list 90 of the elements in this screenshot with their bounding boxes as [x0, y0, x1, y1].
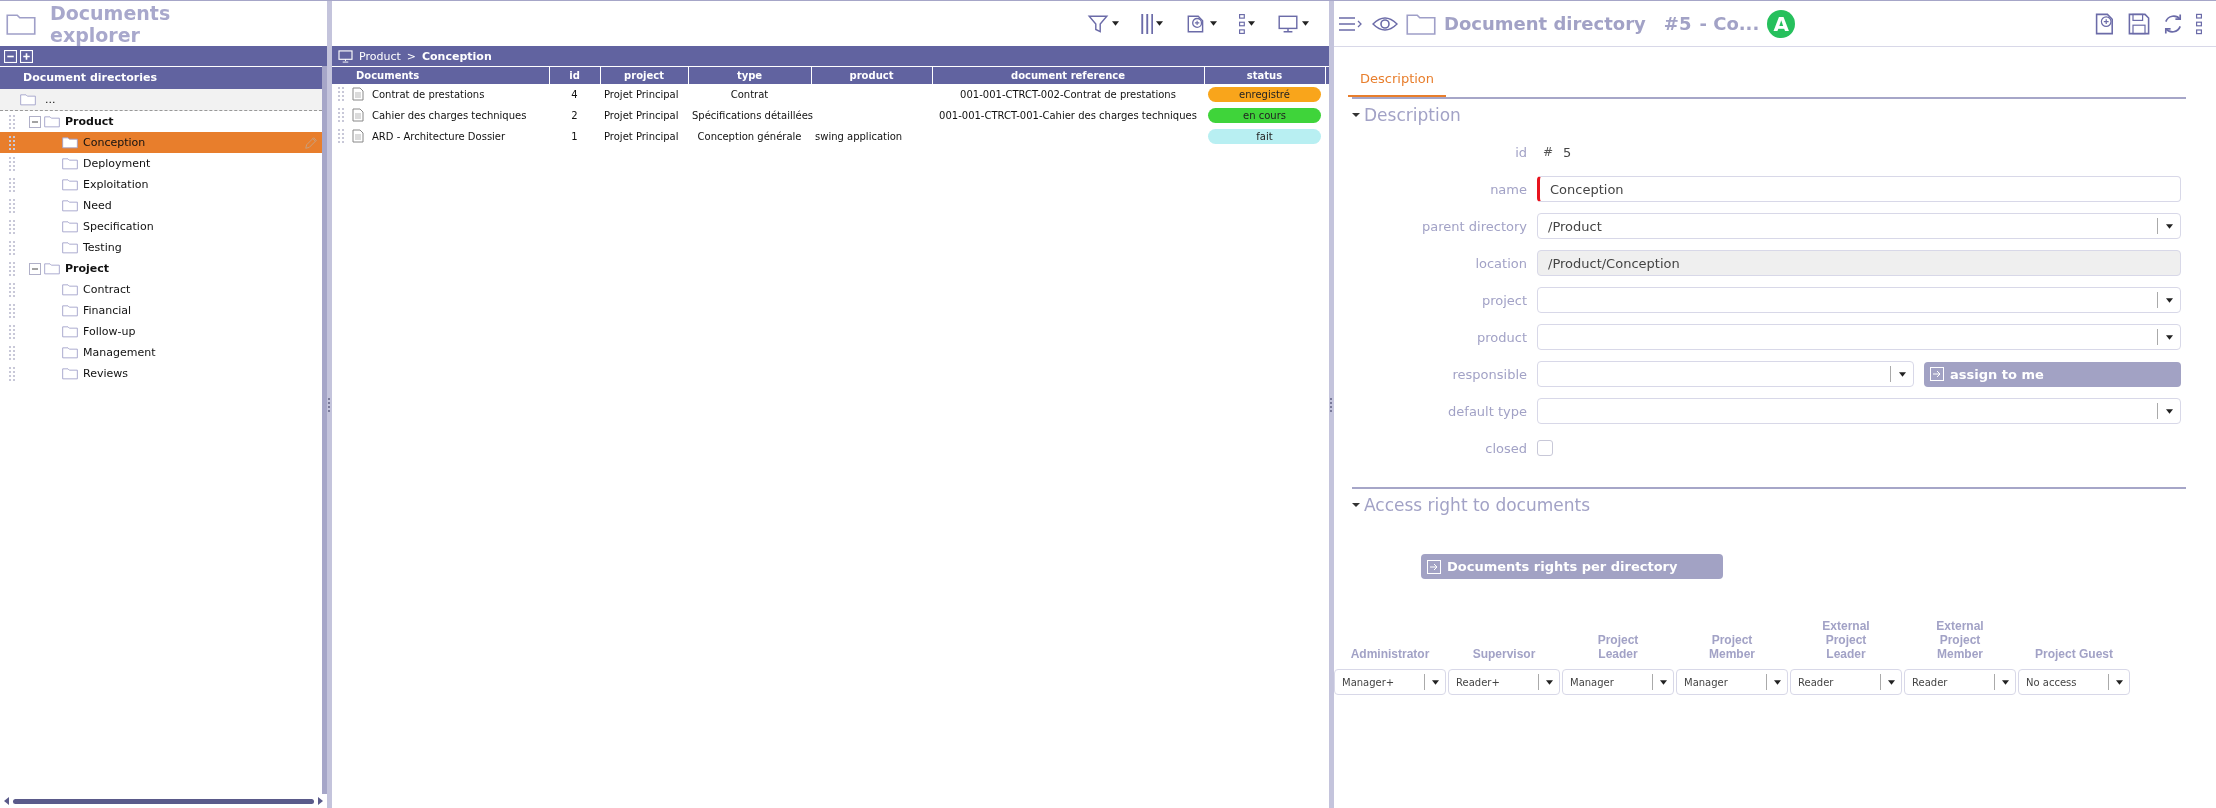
- tree-label: Contract: [83, 283, 131, 296]
- field-label: product: [1476, 329, 1527, 345]
- role-label: Supervisor: [1472, 647, 1536, 661]
- tree-label: ...: [45, 93, 56, 106]
- role-label: Project Leader: [1596, 633, 1640, 661]
- tree-label: Product: [65, 115, 114, 128]
- field-label: project: [1480, 292, 1527, 308]
- column-header[interactable]: product: [811, 66, 932, 84]
- column-header[interactable]: type: [688, 66, 811, 84]
- table-cell: 001-001-CTRCT-002-Contrat de prestations: [960, 88, 1176, 100]
- tree-item[interactable]: Contract: [0, 279, 322, 300]
- table-cell: Projet Principal: [604, 109, 679, 121]
- hash-sign: #: [1543, 145, 1554, 159]
- tree-item[interactable]: Exploitation: [0, 174, 322, 195]
- breadcrumb-link[interactable]: Conception: [422, 49, 492, 63]
- breadcrumb-link[interactable]: Product: [359, 49, 401, 63]
- table-cell: Projet Principal: [604, 88, 679, 100]
- name-field[interactable]: Conception: [1537, 176, 2181, 202]
- table-cell: Conception générale: [697, 130, 802, 142]
- table-cell: 4: [571, 88, 578, 100]
- tree-item[interactable]: Project: [0, 258, 322, 279]
- table-cell: Cahier des charges techniques: [372, 109, 527, 121]
- tree-item[interactable]: Conception: [0, 132, 322, 153]
- field-label: name: [1489, 181, 1527, 197]
- column-header[interactable]: status: [1204, 66, 1325, 84]
- tree-item[interactable]: Need: [0, 195, 322, 216]
- tree-item[interactable]: Reviews: [0, 363, 322, 384]
- tree-label: Reviews: [83, 367, 128, 380]
- column-header[interactable]: id: [549, 66, 600, 84]
- table-cell: Contrat: [730, 88, 769, 100]
- detail-number: #5: [1663, 13, 1692, 34]
- access-select[interactable]: Reader: [1790, 669, 1902, 695]
- field-label: id: [1514, 144, 1527, 160]
- role-label: External Project Member: [1935, 619, 1985, 661]
- table-cell: 1: [571, 130, 578, 142]
- role-label: Administrator: [1350, 647, 1430, 661]
- table-cell: 2: [571, 109, 578, 121]
- tree-item[interactable]: Management: [0, 342, 322, 363]
- tree-item[interactable]: Deployment: [0, 153, 322, 174]
- field-label: closed: [1484, 440, 1527, 456]
- column-header[interactable]: Documents: [332, 66, 549, 84]
- field-label: parent directory: [1421, 218, 1527, 234]
- panel-title: Documents explorer: [50, 1, 171, 46]
- role-label: Project Member: [1708, 633, 1756, 661]
- field-label: location: [1474, 255, 1527, 271]
- tree-label: Need: [83, 199, 112, 212]
- access-select[interactable]: Manager: [1562, 669, 1674, 695]
- table-cell: ARD - Architecture Dossier: [372, 130, 506, 142]
- access-select[interactable]: Manager: [1676, 669, 1788, 695]
- access-select[interactable]: Reader+: [1448, 669, 1560, 695]
- status-badge: enregistré: [1208, 86, 1321, 102]
- tree-label: Follow-up: [83, 325, 136, 338]
- tree-label: Project: [65, 262, 110, 275]
- tree-item[interactable]: ...: [0, 89, 322, 111]
- detail-name: - Co...: [1699, 13, 1760, 34]
- status-badge: fait: [1208, 128, 1321, 144]
- detail-title: Document directory: [1444, 13, 1646, 34]
- tree-label: Financial: [83, 304, 132, 317]
- tree-item[interactable]: Financial: [0, 300, 322, 321]
- field-label: responsible: [1451, 366, 1527, 382]
- tree-item[interactable]: Specification: [0, 216, 322, 237]
- tree-item[interactable]: Follow-up: [0, 321, 322, 342]
- role-label: Project Guest: [2035, 647, 2113, 661]
- table-cell: swing application: [815, 130, 903, 142]
- tree-label: Conception: [83, 136, 146, 149]
- location-field: /Product/Conception: [1537, 250, 2181, 276]
- column-header[interactable]: document reference: [932, 66, 1204, 84]
- tree-item[interactable]: Testing: [0, 237, 322, 258]
- tree-item[interactable]: Product: [0, 111, 322, 132]
- access-select[interactable]: No access: [2018, 669, 2130, 695]
- tree-label: Management: [83, 346, 156, 359]
- column-header[interactable]: project: [600, 66, 688, 84]
- table-cell: Projet Principal: [604, 130, 679, 142]
- table-cell: Contrat de prestations: [372, 88, 485, 100]
- field-label: default type: [1447, 403, 1527, 419]
- status-badge: A: [1767, 9, 1796, 38]
- tree-label: Deployment: [83, 157, 151, 170]
- access-select[interactable]: Reader: [1904, 669, 2016, 695]
- select-field[interactable]: /Product: [1537, 213, 2181, 239]
- tree-label: Testing: [83, 241, 122, 254]
- role-label: External Project Leader: [1821, 619, 1871, 661]
- column-header: Document directories: [0, 66, 322, 89]
- tree-label: Exploitation: [83, 178, 149, 191]
- id-value: 5: [1563, 144, 1572, 160]
- breadcrumb-separator: >: [406, 49, 416, 63]
- tree-label: Specification: [83, 220, 154, 233]
- access-select[interactable]: Manager+: [1334, 669, 1446, 695]
- status-badge: en cours: [1208, 107, 1321, 123]
- table-cell: 001-001-CTRCT-001-Cahier des charges techniques: [939, 109, 1197, 121]
- table-cell: Spécifications détaillées: [692, 109, 813, 121]
